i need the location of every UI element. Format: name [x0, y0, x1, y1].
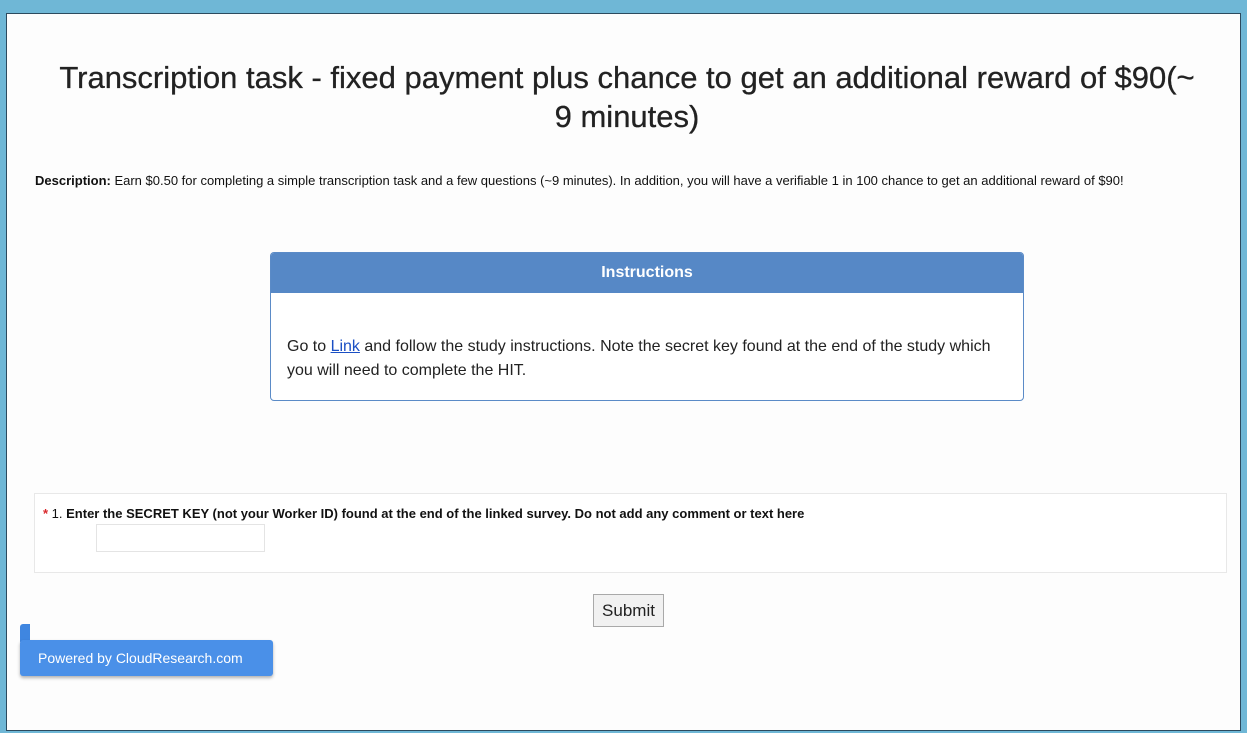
- instructions-text-before: Go to: [287, 338, 331, 355]
- description-label: Description:: [35, 173, 111, 188]
- question-text: Enter the SECRET KEY (not your Worker ID…: [66, 506, 805, 521]
- question-number: 1.: [48, 506, 67, 521]
- page-title: Transcription task - fixed payment plus …: [59, 60, 1195, 134]
- instructions-body: Go to Link and follow the study instruct…: [287, 335, 997, 383]
- question-secret-key: * 1. Enter the SECRET KEY (not your Work…: [34, 493, 1227, 573]
- powered-by-badge[interactable]: Powered by CloudResearch.com: [20, 640, 273, 676]
- question-label: * 1. Enter the SECRET KEY (not your Work…: [43, 506, 804, 521]
- secret-key-input[interactable]: [96, 524, 265, 552]
- description: Description: Earn $0.50 for completing a…: [35, 171, 1225, 191]
- instructions-text-after: and follow the study instructions. Note …: [287, 338, 991, 379]
- instructions-heading: Instructions: [271, 253, 1023, 293]
- hit-frame: Transcription task - fixed payment plus …: [6, 13, 1241, 731]
- submit-button[interactable]: Submit: [593, 594, 664, 627]
- instructions-panel: Instructions Go to Link and follow the s…: [270, 252, 1024, 401]
- description-text: Earn $0.50 for completing a simple trans…: [110, 173, 1124, 188]
- study-link[interactable]: Link: [331, 338, 360, 355]
